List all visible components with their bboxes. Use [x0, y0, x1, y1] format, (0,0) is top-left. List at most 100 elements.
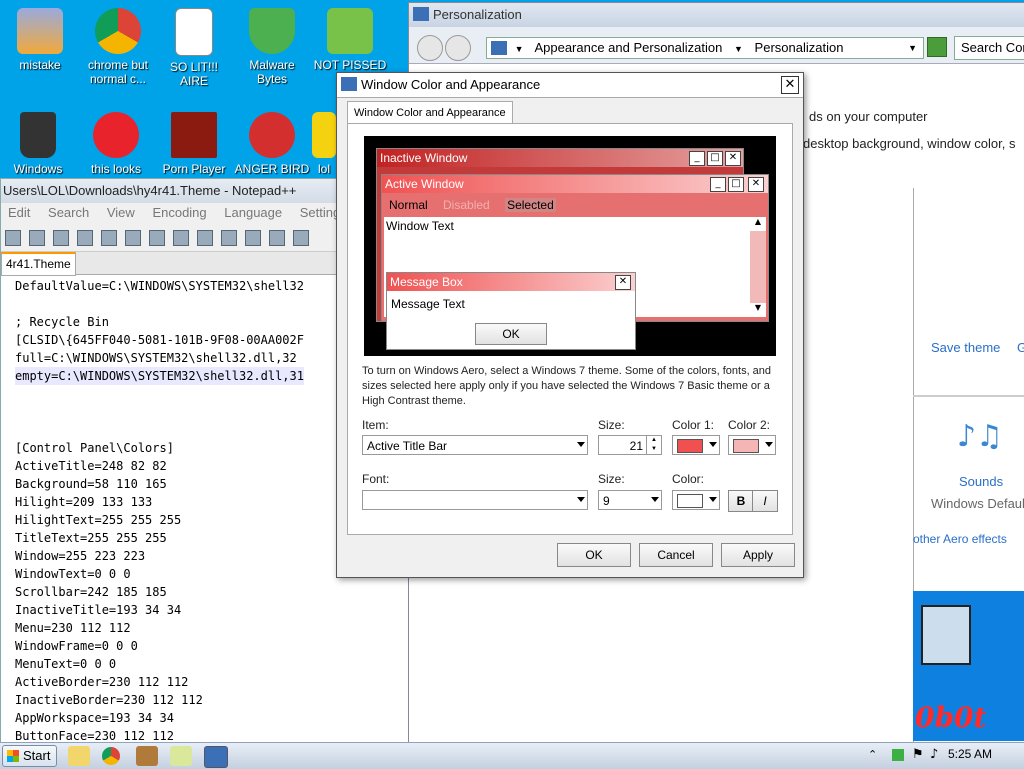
wallpaper-preview[interactable]: 0b0t — [913, 591, 1024, 741]
chevron-down-icon[interactable]: ▼ — [734, 44, 743, 54]
menu-language[interactable]: Language — [224, 205, 282, 220]
file-tab[interactable]: 4r41.Theme — [1, 252, 76, 276]
undo-icon[interactable] — [221, 230, 237, 246]
refresh-icon[interactable] — [927, 37, 947, 57]
taskbar-chrome-icon[interactable] — [102, 747, 120, 765]
find-icon[interactable] — [269, 230, 285, 246]
address-breadcrumb[interactable]: ▼ Appearance and Personalization ▼ Perso… — [486, 37, 924, 59]
size-value: 21 — [629, 439, 643, 453]
desktop-icon-lol[interactable]: lol — [312, 112, 336, 176]
search-input[interactable]: Search Cor — [954, 36, 1024, 60]
cut-icon[interactable] — [149, 230, 165, 246]
save-theme-link[interactable]: Save theme — [931, 340, 1000, 355]
desktop-icon-solitaire[interactable]: SO LIT!!! AIRE — [156, 8, 232, 88]
bold-button[interactable]: B — [728, 490, 754, 512]
desktop-icon-opera[interactable]: this looks — [78, 112, 154, 176]
preview-scrollbar: ▲ ▼ — [750, 217, 766, 317]
taskbar-notepad-icon[interactable] — [170, 746, 192, 766]
personalization-description-2: desktop background, window color, s — [803, 136, 1016, 151]
desktop-icon-label: chrome but normal c... — [87, 58, 149, 86]
clock[interactable]: 5:25 AM — [948, 747, 992, 761]
cancel-button[interactable]: Cancel — [639, 543, 713, 567]
menu-normal: Normal — [389, 198, 428, 212]
item-select[interactable]: Active Title Bar — [362, 435, 588, 455]
code-line: Menu=230 112 112 — [15, 621, 131, 635]
menu-view[interactable]: View — [107, 205, 135, 220]
font-color-picker[interactable] — [672, 490, 720, 510]
color2-swatch — [733, 439, 759, 453]
taskbar-folder-icon[interactable] — [68, 746, 90, 766]
replace-icon[interactable] — [293, 230, 309, 246]
tab-window-color[interactable]: Window Color and Appearance — [347, 101, 513, 124]
desktop-icon-angry-bird[interactable]: ANGER BIRD — [234, 112, 310, 176]
forward-icon[interactable] — [445, 35, 471, 61]
code-line: HilightText=255 255 255 — [15, 513, 182, 527]
size-stepper[interactable]: 21 ▲ ▼ — [598, 435, 662, 455]
desktop-icon-flash[interactable]: Porn Player — [156, 112, 232, 176]
menu-disabled: Disabled — [443, 198, 490, 212]
code-editor[interactable]: DefaultValue=C:\WINDOWS\SYSTEM32\shell32… — [15, 277, 304, 745]
save-icon[interactable] — [53, 230, 69, 246]
redo-icon[interactable] — [245, 230, 261, 246]
dialog-title-bar[interactable]: Window Color and Appearance — [337, 73, 803, 98]
windows-logo-icon — [7, 750, 19, 762]
menu-edit[interactable]: Edit — [8, 205, 30, 220]
item-label: Item: — [362, 418, 389, 432]
chevron-down-icon[interactable]: ▼ — [515, 44, 524, 54]
paste-icon[interactable] — [197, 230, 213, 246]
more-themes-link[interactable]: G — [1017, 340, 1024, 355]
back-icon[interactable] — [417, 35, 443, 61]
stepper-arrows-icon[interactable]: ▲ ▼ — [646, 436, 661, 454]
display-icon — [341, 77, 357, 91]
taskbar-app-icon[interactable] — [136, 746, 158, 766]
preview-window-text: Window Text — [386, 219, 454, 233]
breadcrumb-appearance[interactable]: Appearance and Personalization — [534, 40, 722, 55]
close-icon: ✕ — [725, 151, 741, 166]
show-hidden-icons-icon[interactable]: ⌃ — [868, 748, 877, 761]
network-icon[interactable] — [892, 749, 904, 761]
volume-icon[interactable]: ♪ — [930, 747, 938, 762]
italic-button[interactable]: I — [752, 490, 778, 512]
desktop-icon-mistake[interactable]: mistake — [2, 8, 78, 72]
chevron-down-icon[interactable]: ▼ — [908, 38, 917, 58]
copy-icon[interactable] — [173, 230, 189, 246]
save-all-icon[interactable] — [77, 230, 93, 246]
open-icon[interactable] — [29, 230, 45, 246]
divider — [913, 395, 1024, 397]
color1-picker[interactable] — [672, 435, 720, 455]
close-file-icon[interactable] — [101, 230, 117, 246]
font-select[interactable] — [362, 490, 588, 510]
desktop-icon-windows[interactable]: Windows — [0, 112, 76, 176]
font-size-select[interactable]: 9 — [598, 490, 662, 510]
maximize-icon: □ — [707, 151, 723, 166]
start-button[interactable]: Start — [2, 745, 58, 767]
close-icon[interactable]: ✕ — [781, 76, 799, 94]
menu-search[interactable]: Search — [48, 205, 89, 220]
desktop-icon-chrome[interactable]: chrome but normal c... — [80, 8, 156, 86]
menu-selected: Selected — [505, 198, 556, 212]
apply-button[interactable]: Apply — [721, 543, 795, 567]
appearance-preview[interactable]: Inactive Window _ □ ✕ Active Window _ □ … — [364, 136, 776, 356]
new-icon[interactable] — [5, 230, 21, 246]
personalization-title-bar[interactable]: Personalization — [409, 3, 1024, 27]
preview-message-box[interactable]: Message Box ✕ Message Text OK — [386, 272, 636, 350]
desktop-icon-label: SO LIT!!! AIRE — [169, 60, 218, 88]
code-line: MenuText=0 0 0 — [15, 657, 117, 671]
code-line: ; Recycle Bin — [15, 315, 109, 329]
print-icon[interactable] — [125, 230, 141, 246]
sounds-link[interactable]: Sounds — [959, 474, 1003, 489]
desktop-icon-malwarebytes[interactable]: Malware Bytes — [234, 8, 310, 86]
color2-picker[interactable] — [728, 435, 776, 455]
ok-button[interactable]: OK — [557, 543, 631, 567]
code-line: Hilight=209 133 133 — [15, 495, 153, 509]
taskbar-control-panel-icon[interactable] — [204, 746, 228, 768]
window-color-dialog: Window Color and Appearance ✕ Window Col… — [336, 72, 804, 578]
flag-icon[interactable]: ⚑ — [912, 747, 924, 762]
aero-effects-link[interactable]: other Aero effects — [913, 532, 1007, 546]
chevron-down-icon — [709, 442, 717, 447]
menu-encoding[interactable]: Encoding — [152, 205, 206, 220]
minimize-icon: _ — [710, 177, 726, 192]
breadcrumb-personalization[interactable]: Personalization — [755, 40, 844, 55]
opera-icon — [93, 112, 139, 158]
